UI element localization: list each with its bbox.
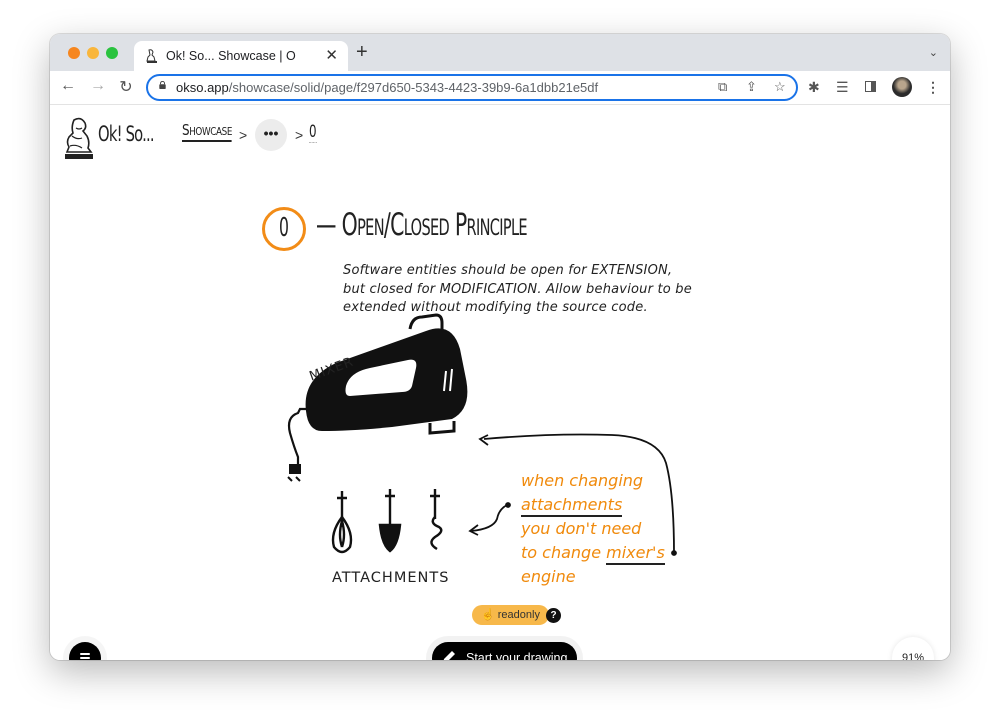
hand-pointer-icon: ☝	[481, 609, 495, 621]
browser-window: Ok! So... Showcase | O ✕ + ⌄ ← → ↻ okso.…	[50, 34, 950, 660]
more-icon[interactable]: ⋮	[926, 79, 940, 96]
extensions-icon[interactable]: ✱	[808, 79, 820, 96]
back-icon[interactable]: ←	[58, 77, 78, 95]
attachments-label: ATTACHMENTS	[332, 570, 450, 586]
drawing-canvas	[287, 313, 677, 556]
tab-search-chevron-icon[interactable]: ⌄	[929, 46, 938, 59]
hamburger-icon-bar	[80, 657, 90, 659]
thinker-statue-icon	[146, 49, 157, 63]
tab-title: Ok! So... Showcase | O	[166, 49, 296, 63]
lock-icon	[159, 81, 166, 89]
arrow-to-attachments	[468, 502, 511, 536]
close-window-button[interactable]	[68, 47, 80, 59]
readonly-label: readonly	[497, 609, 540, 621]
browser-tab[interactable]: Ok! So... Showcase | O ✕	[134, 41, 348, 71]
explanation-note: when changing attachments you don't need…	[521, 469, 665, 589]
note-line: you don't need	[521, 519, 642, 538]
mixer-illustration	[287, 313, 468, 482]
hamburger-icon	[80, 653, 90, 655]
profile-avatar[interactable]	[892, 77, 912, 97]
tab-close-icon[interactable]: ✕	[325, 46, 338, 64]
media-icon[interactable]: ☰	[836, 79, 849, 96]
open-in-icon[interactable]: ⧉	[718, 79, 727, 95]
maximize-window-button[interactable]	[106, 47, 118, 59]
tab-strip: Ok! So... Showcase | O ✕ + ⌄	[50, 34, 950, 71]
side-panel-icon[interactable]	[865, 81, 876, 92]
note-line: to change mixer's	[521, 541, 665, 565]
note-underlined-word: mixer's	[606, 543, 665, 565]
pencil-icon	[443, 651, 455, 660]
start-drawing-label: Start your drawing	[466, 651, 568, 660]
url-text[interactable]: okso.app/showcase/solid/page/f297d650-53…	[176, 80, 598, 95]
app-page: Ok! So... Showcase > ••• > 0 0 — Open/Cl…	[50, 105, 950, 660]
note-underlined-word: attachments	[521, 495, 623, 517]
note-line: when changing	[521, 471, 644, 490]
address-bar[interactable]: okso.app/showcase/solid/page/f297d650-53…	[146, 74, 798, 101]
note-line: attachments	[521, 493, 665, 517]
forward-icon[interactable]: →	[88, 77, 108, 95]
note-line: engine	[521, 567, 576, 586]
minimize-window-button[interactable]	[87, 47, 99, 59]
reload-icon[interactable]: ↻	[116, 77, 136, 97]
star-icon[interactable]: ☆	[774, 79, 786, 95]
start-drawing-button[interactable]: Start your drawing	[432, 642, 577, 660]
share-icon[interactable]: ⇪	[746, 79, 757, 95]
readonly-badge[interactable]: ☝ readonly	[472, 605, 549, 625]
browser-toolbar: ← → ↻ okso.app/showcase/solid/page/f297d…	[50, 71, 950, 105]
help-button[interactable]: ?	[546, 608, 561, 623]
new-tab-button[interactable]: +	[356, 42, 368, 62]
attachments-illustration	[331, 489, 443, 554]
